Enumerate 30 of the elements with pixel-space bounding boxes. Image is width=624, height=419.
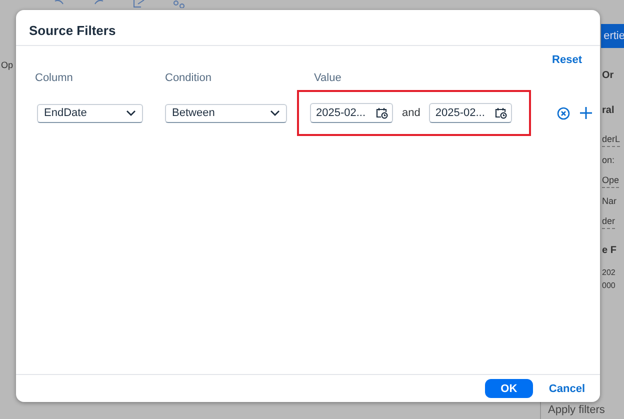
chevron-down-icon bbox=[126, 110, 136, 116]
panel-field[interactable]: der bbox=[602, 214, 616, 229]
column-label: Condition bbox=[165, 72, 212, 84]
cancel-button[interactable]: Cancel bbox=[548, 382, 585, 394]
column-label: Value bbox=[313, 72, 342, 84]
date-field[interactable]: 2025-02... bbox=[429, 103, 512, 123]
remove-icon[interactable] bbox=[557, 106, 570, 120]
chevron-down-icon bbox=[270, 110, 280, 116]
condition-select[interactable]: Between bbox=[165, 104, 287, 122]
calendar-clock-icon[interactable] bbox=[376, 107, 388, 119]
dialog-title: Source Filters bbox=[29, 23, 116, 38]
column-select[interactable]: EndDate bbox=[37, 104, 143, 122]
panel-field[interactable]: derL bbox=[602, 132, 620, 147]
toolbar-label: Op bbox=[1, 60, 14, 70]
date-field[interactable]: 2025-02... bbox=[310, 103, 393, 123]
panel-text: on: bbox=[602, 155, 615, 165]
panel-text: Nar bbox=[602, 196, 617, 206]
panel-text: 202 bbox=[602, 268, 616, 277]
panel-heading: e F bbox=[602, 245, 616, 256]
calendar-clock-icon[interactable] bbox=[495, 107, 508, 119]
add-icon[interactable] bbox=[580, 107, 592, 119]
joiner-text: and bbox=[402, 107, 420, 119]
panel-text: 000 bbox=[602, 281, 616, 290]
ok-button[interactable]: OK bbox=[484, 379, 533, 398]
column-label: Column bbox=[35, 72, 74, 84]
footer-text: Apply filters bbox=[548, 404, 605, 416]
panel-field[interactable]: Ope bbox=[602, 173, 620, 188]
panel-heading: Or bbox=[602, 70, 614, 81]
reset-link[interactable]: Reset bbox=[552, 54, 582, 66]
panel-heading: ral bbox=[602, 105, 614, 116]
